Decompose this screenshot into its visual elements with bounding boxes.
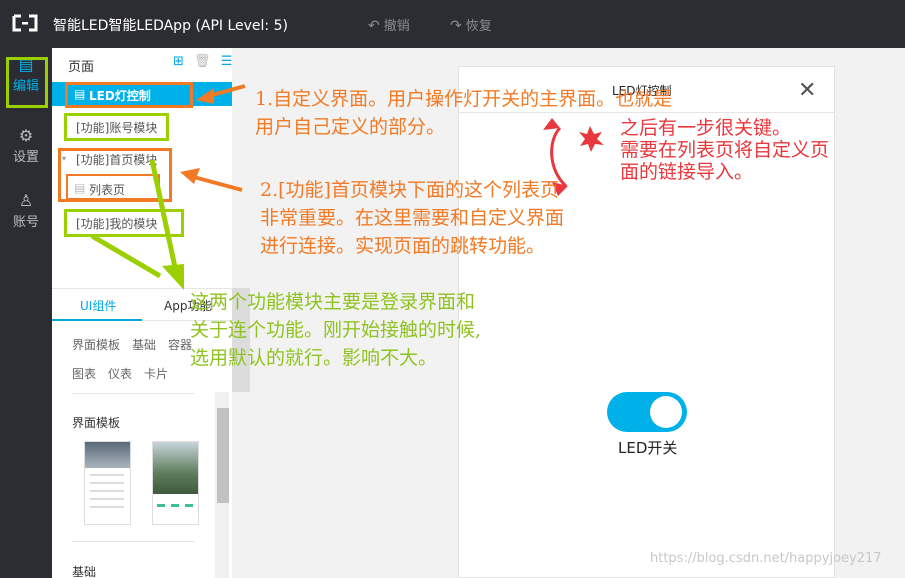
arrow-green-2 xyxy=(90,233,162,279)
annotation-note-3: 这两个功能模块主要是登录界面和 关于连个功能。刚开始接触的时候, 选用默认的就行… xyxy=(190,291,482,369)
annotation-note-2: 2.[功能]首页模块下面的这个列表页 非常重要。在这里需要和自定义界面 进行连接… xyxy=(260,179,565,257)
annotation-note-4: 之后有一步很关键。 需要在列表页将自定义页 面的链接导入。 xyxy=(620,117,830,183)
arrow-green-1 xyxy=(149,159,179,273)
annotation-note-1: 1.自定义界面。用户操作灯开关的主界面。也就是 用户自己定义的部分。 xyxy=(255,88,673,138)
arrow-orange-2-head xyxy=(180,168,200,184)
arrow-orange-2 xyxy=(189,174,243,192)
watermark: https://blog.csdn.net/happyjoey217 xyxy=(650,551,882,566)
arrow-orange-1-head xyxy=(196,88,214,104)
arrow-green-head xyxy=(162,264,184,290)
